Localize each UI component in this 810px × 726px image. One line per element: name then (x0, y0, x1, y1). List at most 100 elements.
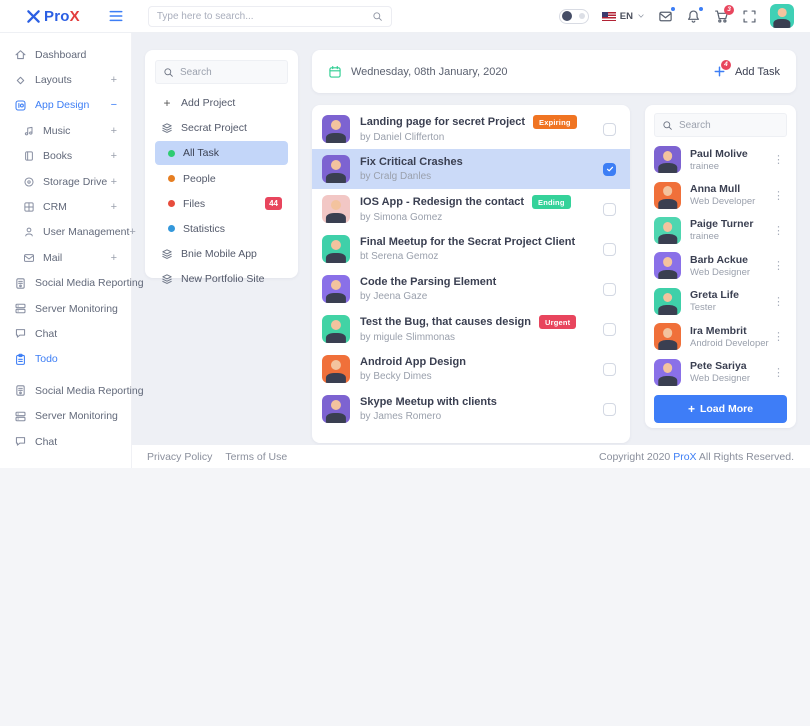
project-item-bnie-mobile-app[interactable]: Bnie Mobile App (155, 242, 288, 265)
sidebar-expand-toggle[interactable]: + (111, 252, 117, 264)
search-icon[interactable] (372, 11, 383, 22)
person-row[interactable]: Barb Ackue Web Designer ⋮ (654, 248, 787, 283)
person-row[interactable]: Anna Mull Web Developer ⋮ (654, 177, 787, 212)
hamburger-menu-icon[interactable] (108, 9, 124, 23)
user-avatar[interactable] (770, 4, 794, 28)
todo-icon (14, 353, 27, 366)
task-row[interactable]: Code the Parsing Element by Jeena Gaze (312, 269, 630, 309)
person-name: Paige Turner (690, 218, 753, 230)
sidebar-item-chat[interactable]: Chat (0, 429, 131, 454)
notifications-icon[interactable] (686, 9, 701, 24)
global-search-input[interactable] (157, 11, 372, 22)
person-row[interactable]: Paige Turner trainee ⋮ (654, 213, 787, 248)
person-menu-dots[interactable]: ⋮ (771, 330, 787, 343)
toggle-hole (579, 13, 585, 19)
task-checkbox[interactable] (603, 163, 616, 176)
person-row[interactable]: Paul Molive trainee ⋮ (654, 142, 787, 177)
task-row[interactable]: Android App Design by Becky Dimes (312, 349, 630, 389)
topbar-actions: EN 3 (559, 4, 794, 28)
project-item-statistics[interactable]: Statistics (155, 217, 288, 240)
sidebar-item-books[interactable]: Books + (0, 144, 131, 169)
person-name: Paul Molive (690, 148, 748, 160)
project-item-all-task[interactable]: All Task (155, 141, 288, 165)
cart-icon[interactable]: 3 (714, 9, 729, 24)
terms-of-use-link[interactable]: Terms of Use (225, 451, 287, 463)
task-checkbox[interactable] (603, 283, 616, 296)
sidebar-item-crm[interactable]: CRM + (0, 194, 131, 219)
theme-toggle[interactable] (559, 9, 589, 24)
sidebar-expand-toggle[interactable]: + (111, 74, 117, 86)
sidebar-item-layouts[interactable]: Layouts + (0, 67, 131, 92)
task-checkbox[interactable] (603, 203, 616, 216)
task-row[interactable]: Landing page for secret ProjectExpiring … (312, 109, 630, 149)
person-row[interactable]: Ira Membrit Android Developer ⋮ (654, 319, 787, 354)
task-row[interactable]: Fix Critical Crashes by Cralg Danles (312, 149, 630, 189)
sidebar-item-mail[interactable]: Mail + (0, 245, 131, 270)
person-avatar (654, 359, 681, 386)
project-search-input[interactable] (180, 67, 280, 78)
sidebar-item-social-media-reporting[interactable]: Social Media Reporting (0, 378, 131, 403)
project-item-new-portfolio-site[interactable]: New Portfolio Site (155, 267, 288, 290)
person-row[interactable]: Greta Life Tester ⋮ (654, 284, 787, 319)
person-role: Web Developer (690, 196, 755, 207)
load-more-button[interactable]: + Load More (654, 395, 787, 423)
sidebar-item-label: Server Monitoring (35, 410, 118, 422)
language-selector[interactable]: EN (602, 11, 645, 22)
project-item-label: People (183, 173, 216, 185)
sidebar-expand-toggle[interactable]: + (129, 226, 135, 238)
sidebar-item-storage-drive[interactable]: Storage Drive + (0, 169, 131, 194)
sidebar-item-server-monitoring[interactable]: Server Monitoring (0, 403, 131, 428)
person-menu-dots[interactable]: ⋮ (771, 153, 787, 166)
privacy-policy-link[interactable]: Privacy Policy (147, 451, 212, 463)
task-row[interactable]: Test the Bug, that causes designUrgent b… (312, 309, 630, 349)
sidebar-expand-toggle[interactable]: + (111, 176, 117, 188)
person-name: Barb Ackue (690, 254, 750, 266)
add-task-button[interactable]: 4 Add Task (713, 65, 780, 78)
project-item-files[interactable]: Files 44 (155, 192, 288, 215)
footer-brand-link[interactable]: ProX (673, 451, 696, 463)
person-row[interactable]: Pete Sariya Web Designer ⋮ (654, 354, 787, 389)
task-status-badge: Urgent (539, 315, 576, 329)
messages-icon[interactable] (658, 9, 673, 24)
sidebar-expand-toggle[interactable]: − (111, 99, 117, 111)
sidebar-item-social-media-reporting[interactable]: Social Media Reporting (0, 271, 131, 296)
sidebar-item-todo[interactable]: Todo (0, 347, 131, 372)
person-menu-dots[interactable]: ⋮ (771, 189, 787, 202)
people-search-input[interactable] (679, 120, 779, 131)
sidebar-item-label: Layouts (35, 74, 72, 86)
sidebar-item-app-design[interactable]: App Design − (0, 93, 131, 118)
person-menu-dots[interactable]: ⋮ (771, 295, 787, 308)
task-row[interactable]: Skype Meetup with clients by James Romer… (312, 389, 630, 429)
project-item-add-project[interactable]: + Add Project (155, 91, 288, 114)
sidebar-item-label: Social Media Reporting (35, 277, 144, 289)
person-menu-dots[interactable]: ⋮ (771, 259, 787, 272)
person-menu-dots[interactable]: ⋮ (771, 224, 787, 237)
sidebar-item-user-management[interactable]: User Management + (0, 220, 131, 245)
project-item-people[interactable]: People (155, 167, 288, 190)
task-checkbox[interactable] (603, 323, 616, 336)
task-status-badge: Expiring (533, 115, 577, 129)
app-logo[interactable]: ProX (26, 8, 80, 25)
sidebar-item-chat[interactable]: Chat (0, 321, 131, 346)
task-avatar (322, 315, 350, 343)
task-checkbox[interactable] (603, 243, 616, 256)
add-task-label: Add Task (735, 66, 780, 78)
task-row[interactable]: Final Meetup for the Secrat Project Clie… (312, 229, 630, 269)
fullscreen-icon[interactable] (742, 9, 757, 24)
sidebar-item-server-monitoring[interactable]: Server Monitoring (0, 296, 131, 321)
task-row[interactable]: IOS App - Redesign the contactEnding by … (312, 189, 630, 229)
sidebar-item-label: User Management (43, 226, 129, 238)
server-icon (14, 410, 27, 423)
sidebar-item-dashboard[interactable]: Dashboard (0, 42, 131, 67)
task-checkbox[interactable] (603, 403, 616, 416)
sidebar-expand-toggle[interactable]: + (111, 125, 117, 137)
task-avatar (322, 275, 350, 303)
person-menu-dots[interactable]: ⋮ (771, 366, 787, 379)
sidebar-item-music[interactable]: Music + (0, 118, 131, 143)
sidebar-expand-toggle[interactable]: + (111, 201, 117, 213)
person-role: Tester (690, 302, 739, 313)
task-checkbox[interactable] (603, 363, 616, 376)
task-checkbox[interactable] (603, 123, 616, 136)
project-item-secrat-project[interactable]: Secrat Project (155, 116, 288, 139)
sidebar-expand-toggle[interactable]: + (111, 150, 117, 162)
